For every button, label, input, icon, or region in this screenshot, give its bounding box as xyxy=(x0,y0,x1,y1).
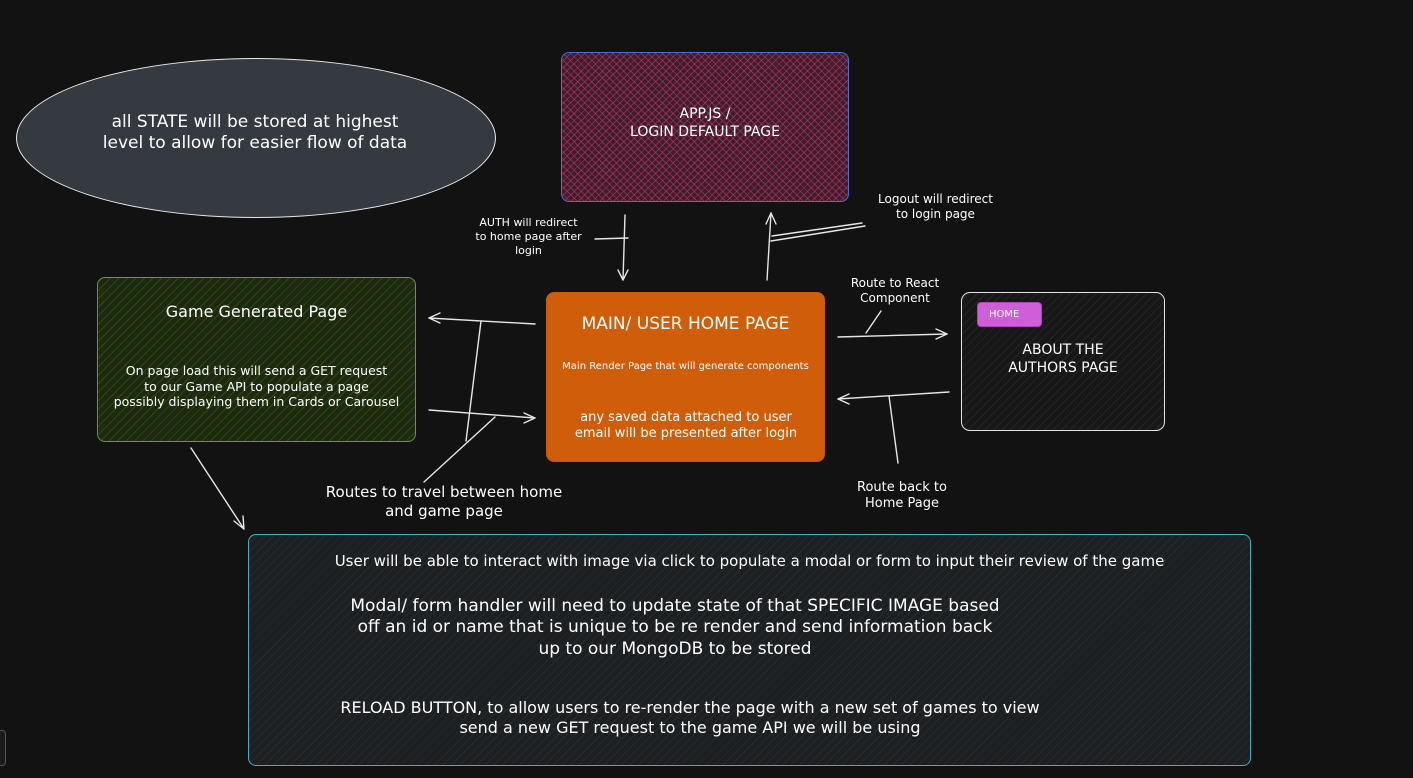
notes-reload-line: RELOAD BUTTON, to allow users to re-rend… xyxy=(340,698,1040,717)
about-page-label: ABOUT THE AUTHORS PAGE xyxy=(961,342,1165,377)
route-back-line: Home Page xyxy=(865,496,939,512)
notes-interaction-text: User will be able to interact with image… xyxy=(334,552,1165,570)
route-react-line: Route to React xyxy=(850,276,940,290)
route-back-label-pointer xyxy=(888,395,899,464)
auth-redirect-label: AUTH will redirect to home page after lo… xyxy=(466,216,591,257)
route-back-line: Route back to xyxy=(857,480,947,495)
main-page-description: any saved data attached to user email wi… xyxy=(555,410,817,443)
home-button[interactable]: HOME xyxy=(977,302,1042,327)
routes-label-pointer-1 xyxy=(465,320,482,442)
arrow-main-to-about xyxy=(837,333,948,338)
state-note-line: all STATE will be stored at highest xyxy=(111,112,399,132)
route-to-react-label: Route to React Component xyxy=(835,276,955,306)
routes-label-line: Routes to travel between home xyxy=(325,483,563,501)
state-note-text: all STATE will be stored at highest leve… xyxy=(40,112,470,155)
notes-reload-line: send a new GET request to the game API w… xyxy=(459,718,921,737)
notes-modal-line: Modal/ form handler will need to update … xyxy=(350,596,1000,616)
main-page-subtitle: Main Render Page that will generate comp… xyxy=(562,361,809,372)
logout-redirect-label: Logout will redirect to login page xyxy=(858,192,1013,222)
notes-modal-handler-text: Modal/ form handler will need to update … xyxy=(260,596,1090,660)
route-react-line: Component xyxy=(860,291,930,305)
login-page-line: APP.JS / xyxy=(679,106,731,122)
main-page-desc-line: email will be presented after login xyxy=(574,426,798,442)
login-page-line: LOGIN DEFAULT PAGE xyxy=(630,123,780,140)
arrow-login-to-main xyxy=(622,214,626,281)
routes-between-pages-label: Routes to travel between home and game p… xyxy=(298,483,590,521)
state-note-line: level to allow for easier flow of data xyxy=(102,133,408,154)
corner-panel-tab[interactable] xyxy=(0,730,6,766)
game-page-description: On page load this will send a GET reques… xyxy=(100,363,413,410)
game-page-desc-line: possibly displaying them in Cards or Car… xyxy=(113,394,400,410)
routes-label-pointer-2 xyxy=(423,416,496,483)
auth-label-line: to home page after xyxy=(475,229,582,243)
game-page-desc-line: to our Game API to populate a page xyxy=(144,378,369,394)
arrow-game-to-notes xyxy=(190,447,245,530)
game-page-desc-line: On page load this will send a GET reques… xyxy=(125,363,388,378)
diagram-canvas: all STATE will be stored at highest leve… xyxy=(0,0,1413,778)
game-page-title: Game Generated Page xyxy=(165,302,348,321)
about-page-line: ABOUT THE xyxy=(1022,342,1104,358)
route-back-label: Route back to Home Page xyxy=(838,480,966,513)
arrow-main-to-game xyxy=(428,317,536,325)
login-page-label: APP.JS / LOGIN DEFAULT PAGE xyxy=(561,106,849,141)
notes-reload-text: RELOAD BUTTON, to allow users to re-rend… xyxy=(270,698,1110,738)
auth-label-line: login xyxy=(515,243,542,257)
route-react-label-pointer xyxy=(865,310,882,334)
notes-modal-line: off an id or name that is unique to be r… xyxy=(357,617,993,638)
logout-label-line: to login page xyxy=(896,207,975,221)
arrow-game-to-main xyxy=(428,409,536,419)
arrow-about-to-main xyxy=(837,391,950,400)
notes-modal-line: up to our MongoDB to be stored xyxy=(538,638,812,659)
main-page-title: MAIN/ USER HOME PAGE xyxy=(581,314,790,334)
routes-label-line: and game page xyxy=(385,501,503,520)
about-page-line: AUTHORS PAGE xyxy=(1008,359,1118,376)
main-page-desc-line: any saved data attached to user xyxy=(580,410,792,425)
logout-label-line: Logout will redirect xyxy=(878,192,993,206)
arrow-main-to-login xyxy=(766,212,772,281)
auth-label-line: AUTH will redirect xyxy=(479,216,578,229)
auth-label-pointer xyxy=(594,237,629,240)
